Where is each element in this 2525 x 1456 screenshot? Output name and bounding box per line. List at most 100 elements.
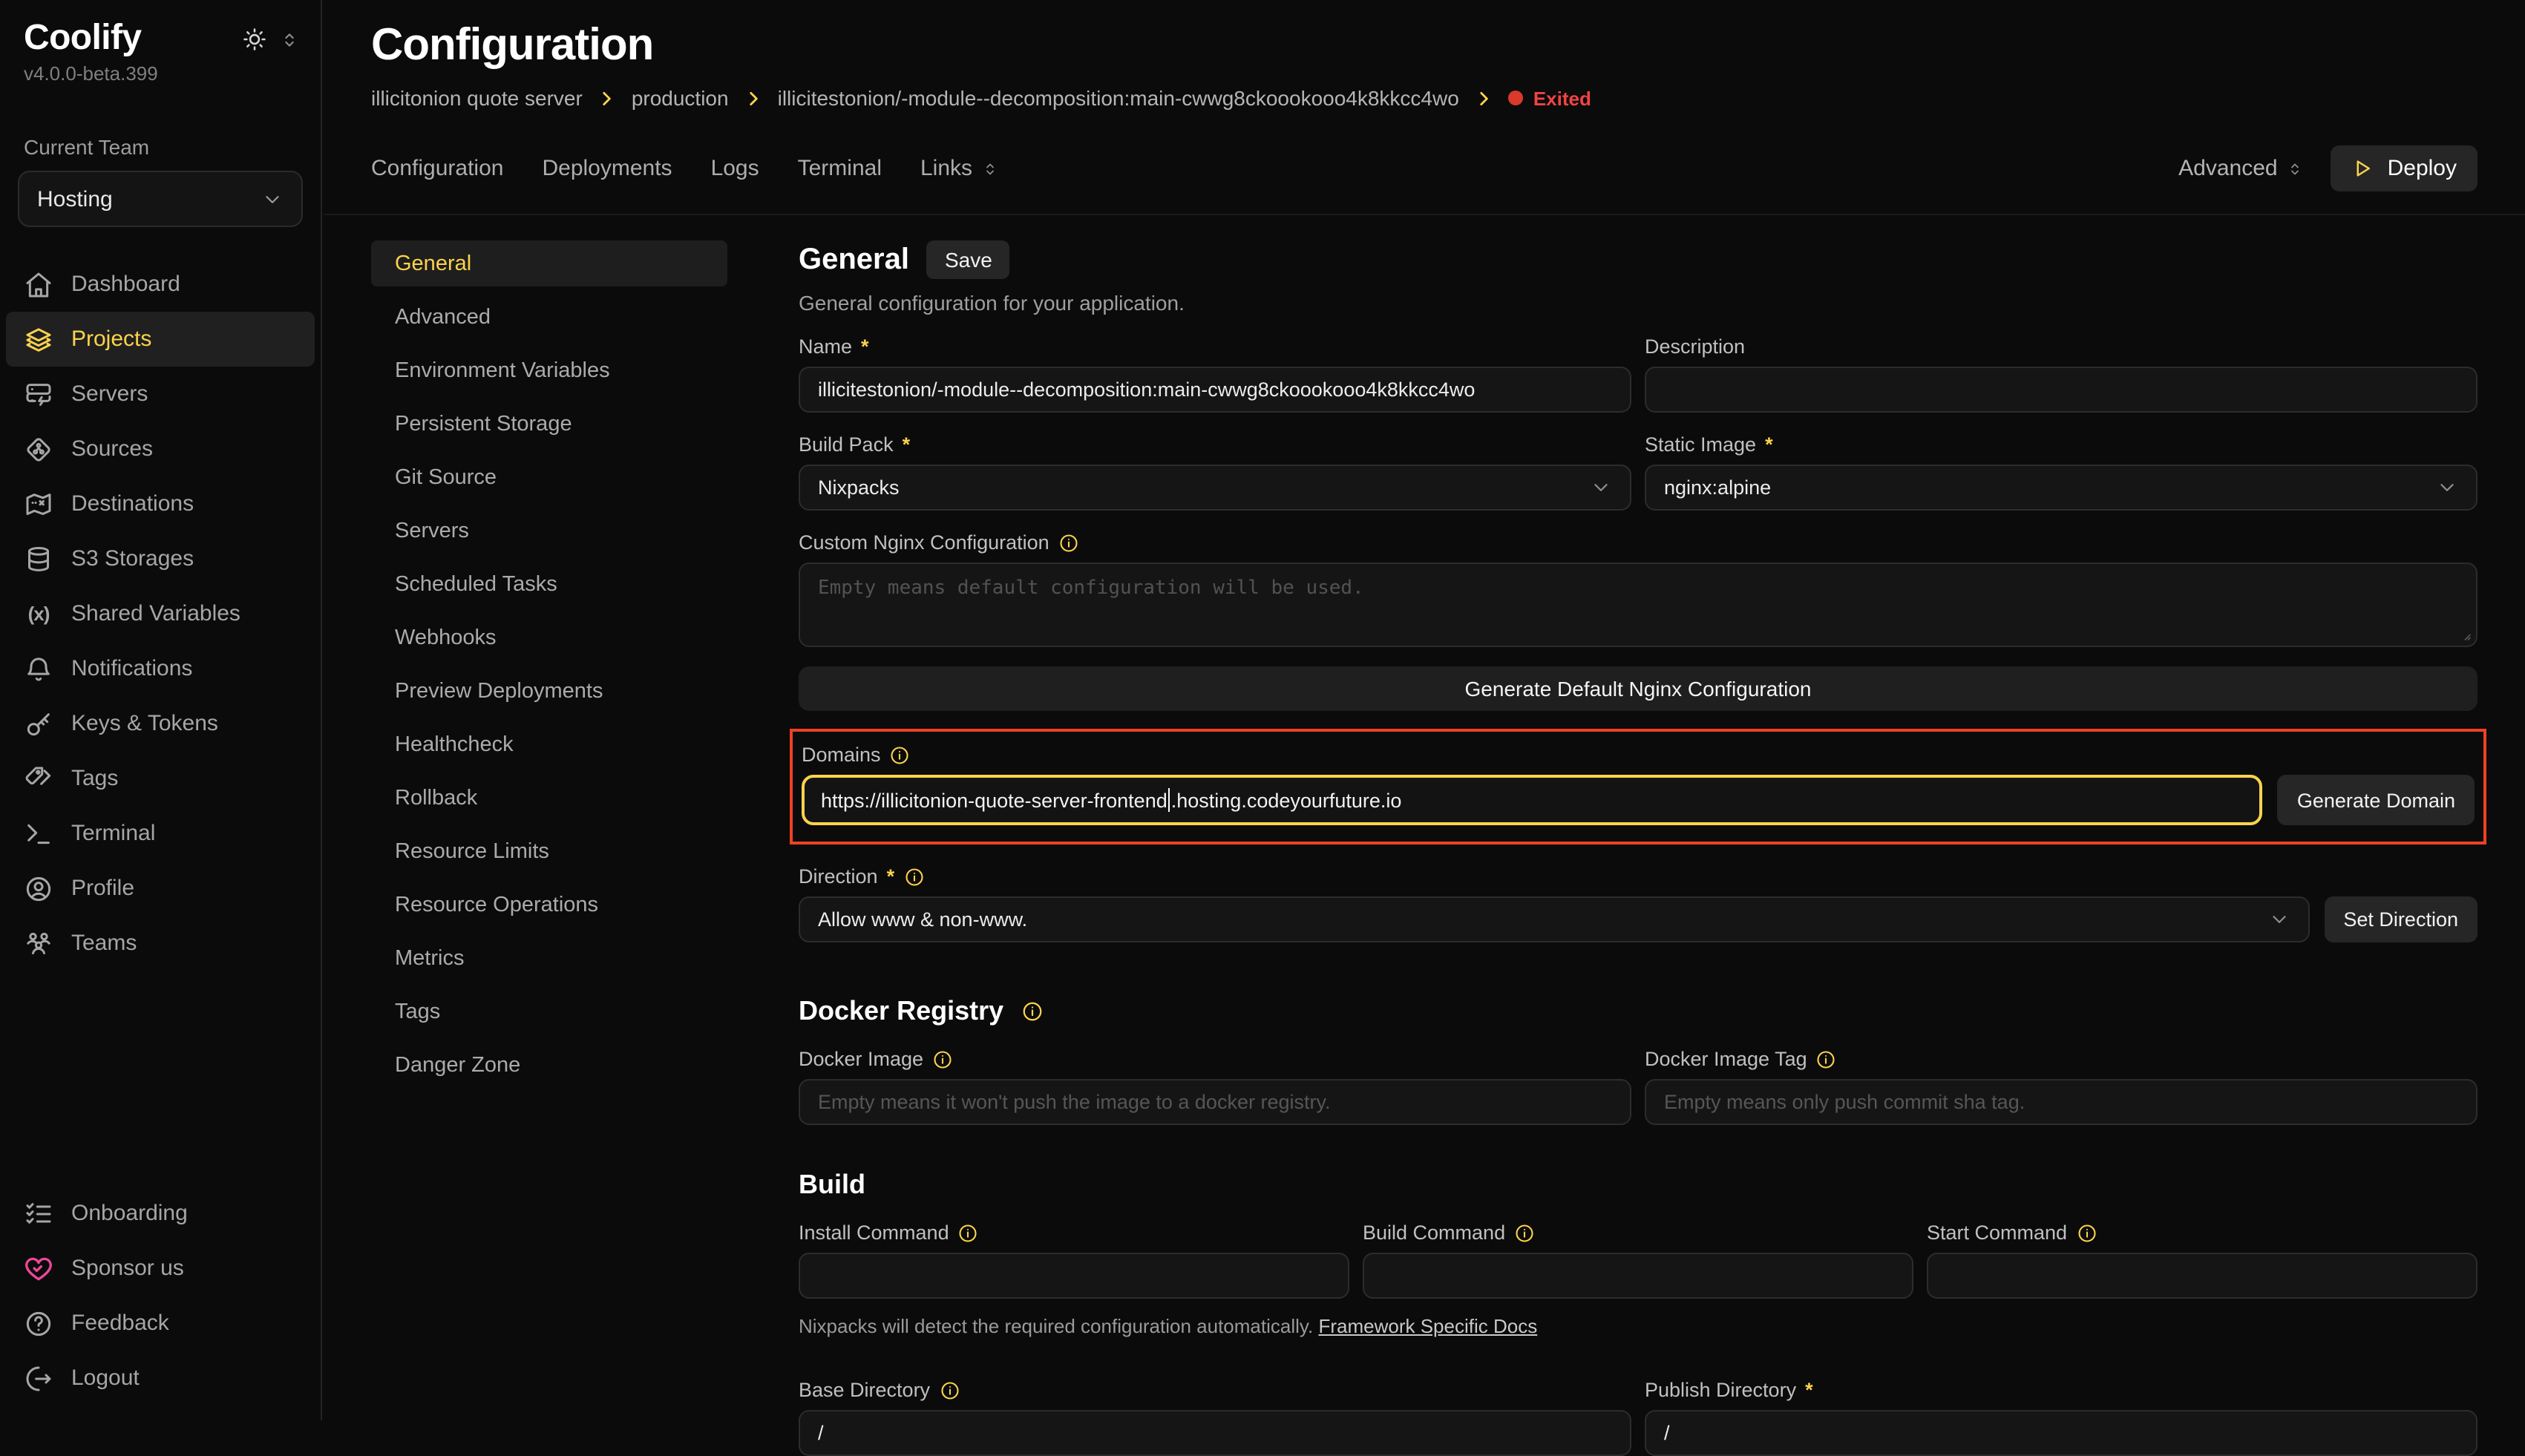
sidebar-item-sponsor-us[interactable]: Sponsor us: [6, 1241, 315, 1296]
deploy-button[interactable]: Deploy: [2331, 145, 2477, 191]
sidebar-item-servers[interactable]: Servers: [6, 367, 315, 422]
sun-icon[interactable]: [242, 27, 267, 52]
advanced-menu-label: Advanced: [2178, 156, 2277, 181]
start-command-input[interactable]: [1927, 1253, 2477, 1299]
sidebar-item-keys-tokens[interactable]: Keys & Tokens: [6, 696, 315, 751]
subnav-item-healthcheck[interactable]: Healthcheck: [371, 721, 727, 767]
subnav-item-scheduled-tasks[interactable]: Scheduled Tasks: [371, 561, 727, 607]
main-area: Configuration illicitonion quote server …: [324, 0, 2525, 1420]
subnav-item-git-source[interactable]: Git Source: [371, 454, 727, 500]
docker-image-input[interactable]: Empty means it won't push the image to a…: [799, 1079, 1631, 1125]
key-icon: [24, 709, 53, 738]
sidebar-item-projects[interactable]: Projects: [6, 312, 315, 367]
required-marker: *: [1805, 1379, 1813, 1401]
info-icon[interactable]: [890, 744, 911, 765]
tab-deployments[interactable]: Deployments: [542, 156, 672, 181]
subnav-item-general[interactable]: General: [371, 240, 727, 286]
build-pack-label: Build Pack*: [799, 433, 1631, 456]
sidebar-item-terminal[interactable]: Terminal: [6, 806, 315, 861]
sidebar-item-feedback[interactable]: Feedback: [6, 1296, 315, 1351]
subnav-item-rollback[interactable]: Rollback: [371, 775, 727, 821]
chevron-right-icon: [1474, 88, 1493, 108]
app-window: Coolify v4.0.0-beta.399 Current Team Hos…: [0, 0, 2525, 1420]
build-pack-select[interactable]: Nixpacks: [799, 465, 1631, 511]
subnav-item-persistent-storage[interactable]: Persistent Storage: [371, 401, 727, 447]
sidebar-item-shared-variables[interactable]: (x) Shared Variables: [6, 586, 315, 641]
sidebar-item-sources[interactable]: Sources: [6, 422, 315, 476]
tab-terminal[interactable]: Terminal: [798, 156, 882, 181]
sidebar-item-notifications[interactable]: Notifications: [6, 641, 315, 696]
subnav-item-danger-zone[interactable]: Danger Zone: [371, 1042, 727, 1088]
generate-nginx-button[interactable]: Generate Default Nginx Configuration: [799, 666, 2477, 711]
info-icon[interactable]: [939, 1380, 960, 1400]
info-icon[interactable]: [958, 1222, 979, 1243]
chevron-updown-icon[interactable]: [279, 27, 300, 51]
sidebar-item-profile[interactable]: Profile: [6, 861, 315, 916]
sidebar-item-label: Shared Variables: [71, 601, 240, 626]
docker-image-tag-input[interactable]: Empty means only push commit sha tag.: [1645, 1079, 2477, 1125]
custom-nginx-textarea[interactable]: Empty means default configuration will b…: [799, 563, 2477, 647]
required-marker: *: [887, 865, 895, 888]
subnav-item-advanced[interactable]: Advanced: [371, 294, 727, 340]
breadcrumb-project[interactable]: illicitonion quote server: [371, 86, 583, 110]
sidebar-item-s3-storages[interactable]: S3 Storages: [6, 531, 315, 586]
current-team-label: Current Team: [0, 85, 321, 159]
sidebar-item-tags[interactable]: Tags: [6, 751, 315, 806]
subnav-item-servers[interactable]: Servers: [371, 508, 727, 554]
breadcrumb-application[interactable]: illicitestonion/-module--decomposition:m…: [778, 86, 1459, 110]
info-icon[interactable]: [1058, 532, 1079, 553]
heart-icon: [24, 1253, 53, 1283]
tab-configuration[interactable]: Configuration: [371, 156, 503, 181]
base-directory-input[interactable]: /: [799, 1410, 1631, 1456]
name-input[interactable]: illicitestonion/-module--decomposition:m…: [799, 367, 1631, 413]
subnav-item-webhooks[interactable]: Webhooks: [371, 614, 727, 660]
sidebar-item-label: Notifications: [71, 656, 192, 681]
subnav-item-environment-variables[interactable]: Environment Variables: [371, 347, 727, 393]
description-label: Description: [1645, 335, 2477, 358]
sidebar-item-onboarding[interactable]: Onboarding: [6, 1186, 315, 1241]
help-circle-icon: [24, 1308, 53, 1338]
install-command-input[interactable]: [799, 1253, 1349, 1299]
save-button[interactable]: Save: [927, 240, 1010, 279]
tab-links[interactable]: Links: [920, 156, 999, 181]
generate-domain-button[interactable]: Generate Domain: [2278, 775, 2475, 825]
static-image-select[interactable]: nginx:alpine: [1645, 465, 2477, 511]
subnav-item-resource-limits[interactable]: Resource Limits: [371, 828, 727, 874]
info-icon[interactable]: [932, 1049, 953, 1069]
build-command-input[interactable]: [1363, 1253, 1913, 1299]
chevron-down-icon: [2436, 476, 2458, 499]
info-icon[interactable]: [2076, 1222, 2097, 1243]
sidebar-item-logout[interactable]: Logout: [6, 1351, 315, 1406]
sidebar-item-destinations[interactable]: Destinations: [6, 476, 315, 531]
resize-grip-icon[interactable]: [2460, 629, 2472, 641]
subnav-item-resource-operations[interactable]: Resource Operations: [371, 882, 727, 928]
subnav-item-preview-deployments[interactable]: Preview Deployments: [371, 668, 727, 714]
domains-input[interactable]: https://illicitonion-quote-server-fronte…: [802, 775, 2263, 825]
info-icon[interactable]: [903, 866, 924, 887]
sidebar-item-label: Onboarding: [71, 1201, 188, 1226]
user-circle-icon: [24, 873, 53, 903]
app-logo: Coolify: [24, 18, 141, 59]
team-select[interactable]: Hosting: [18, 171, 303, 227]
status-badge: Exited: [1508, 87, 1591, 109]
info-icon[interactable]: [1514, 1222, 1535, 1243]
subnav-item-metrics[interactable]: Metrics: [371, 935, 727, 981]
direction-select[interactable]: Allow www & non-www.: [799, 896, 2309, 942]
sidebar-item-dashboard[interactable]: Dashboard: [6, 257, 315, 312]
framework-docs-link[interactable]: Framework Specific Docs: [1318, 1315, 1537, 1337]
info-icon[interactable]: [1816, 1049, 1837, 1069]
sidebar-item-teams[interactable]: Teams: [6, 916, 315, 971]
direction-label: Direction*: [799, 865, 2477, 888]
map-icon: [24, 489, 53, 519]
config-subnav: General Advanced Environment Variables P…: [371, 240, 727, 1456]
breadcrumb-environment[interactable]: production: [632, 86, 729, 110]
advanced-menu[interactable]: Advanced: [2178, 156, 2304, 181]
sidebar-item-label: Feedback: [71, 1311, 169, 1336]
subnav-item-tags[interactable]: Tags: [371, 988, 727, 1034]
tab-logs[interactable]: Logs: [711, 156, 759, 181]
publish-directory-input[interactable]: /: [1645, 1410, 2477, 1456]
section-description: General configuration for your applicati…: [799, 291, 2477, 315]
description-input[interactable]: [1645, 367, 2477, 413]
info-icon[interactable]: [1021, 1000, 1044, 1023]
set-direction-button[interactable]: Set Direction: [2324, 896, 2477, 942]
